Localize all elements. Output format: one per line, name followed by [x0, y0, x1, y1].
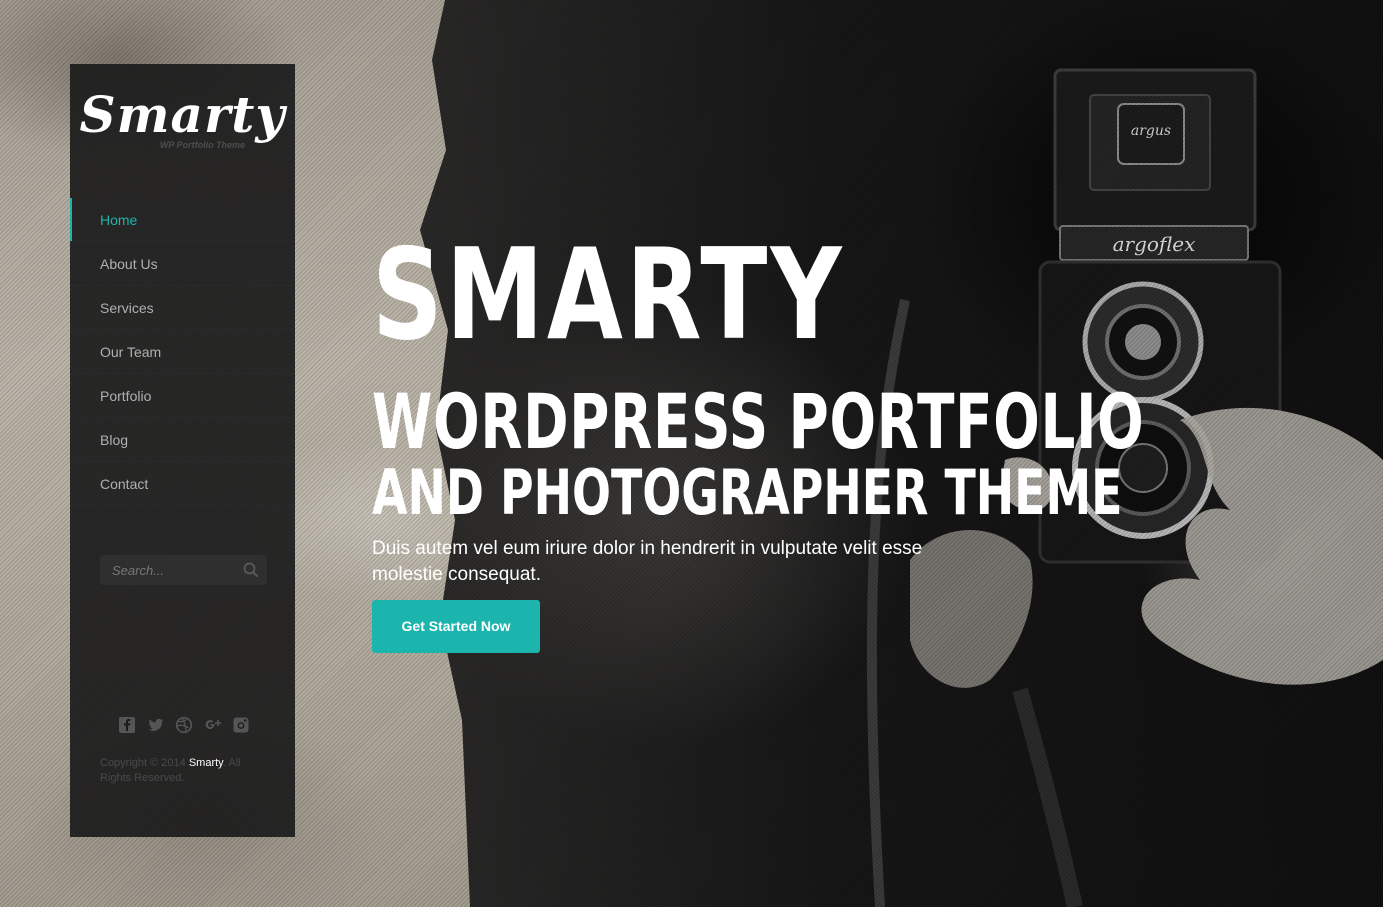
nav-item-blog[interactable]: Blog [70, 418, 295, 462]
google-plus-icon[interactable] [204, 716, 222, 734]
camera-brand-top: argus [1131, 123, 1171, 139]
logo-text: Smarty [79, 85, 286, 144]
social-links [118, 716, 250, 734]
copyright-text: Copyright © 2014 Smarty. All Rights Rese… [100, 756, 270, 786]
hero-subtitle-line2: AND PHOTOGRAPHER THEME [372, 456, 1123, 529]
dribbble-icon[interactable] [175, 716, 193, 734]
twitter-icon[interactable] [147, 716, 165, 734]
copyright-brand-link[interactable]: Smarty [189, 757, 223, 769]
copyright-prefix: Copyright © 2014 [100, 757, 186, 769]
search-box [100, 555, 267, 585]
nav-item-our-team[interactable]: Our Team [70, 330, 295, 374]
nav-item-label: About Us [100, 255, 158, 272]
nav-item-label: Portfolio [100, 387, 152, 404]
nav-item-label: Blog [100, 431, 129, 448]
nav-item-services[interactable]: Services [70, 286, 295, 330]
sidebar: Smarty WP Portfolio Theme Home About Us … [70, 64, 295, 837]
search-input[interactable] [110, 561, 239, 579]
nav-item-label: Services [100, 299, 154, 316]
nav-item-label: Our Team [100, 343, 162, 360]
nav-item-label: Contact [100, 475, 149, 492]
instagram-icon[interactable] [232, 716, 250, 734]
search-icon[interactable] [243, 562, 259, 578]
main-nav: Home About Us Services Our Team Portfoli… [70, 198, 295, 506]
nav-item-about-us[interactable]: About Us [70, 242, 295, 286]
nav-item-portfolio[interactable]: Portfolio [70, 374, 295, 418]
facebook-icon[interactable] [118, 716, 136, 734]
get-started-button[interactable]: Get Started Now [372, 600, 540, 653]
nav-item-label: Home [100, 211, 138, 228]
hero-description: Duis autem vel eum iriure dolor in hendr… [372, 538, 923, 585]
hero-title: SMARTY [372, 221, 845, 368]
nav-item-home[interactable]: Home [70, 198, 295, 242]
logo[interactable]: Smarty WP Portfolio Theme [70, 85, 295, 151]
nav-item-contact[interactable]: Contact [70, 462, 295, 506]
hero-content: SMARTY WORDPRESS PORTFOLIO AND PHOTOGRAP… [372, 228, 1192, 653]
hero-subtitle-line1: WORDPRESS PORTFOLIO [372, 377, 1145, 466]
